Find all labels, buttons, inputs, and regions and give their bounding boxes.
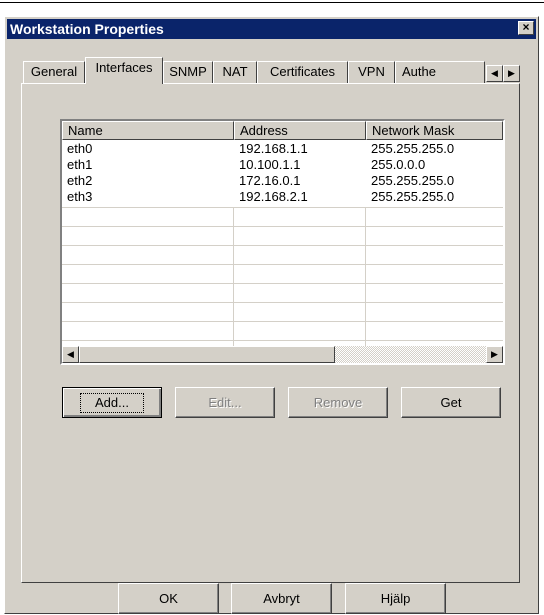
title-bar: Workstation Properties × xyxy=(7,19,536,39)
ok-button[interactable]: OK xyxy=(118,583,219,614)
grid-line xyxy=(62,245,503,246)
horizontal-scrollbar[interactable]: ◀ ▶ xyxy=(62,346,503,363)
grid-line xyxy=(233,208,234,346)
tab-authentication[interactable]: Authe xyxy=(395,61,485,83)
tab-scroll-left-button[interactable]: ◀ xyxy=(486,65,503,82)
cell-network-mask: 255.255.255.0 xyxy=(371,173,455,188)
properties-dialog: Workstation Properties × General Interfa… xyxy=(4,16,539,614)
table-row[interactable]: eth2 172.16.0.1 255.255.255.0 xyxy=(62,173,503,189)
interfaces-panel: Name Address Network Mask eth0 192.168.1… xyxy=(21,83,520,583)
remove-button[interactable]: Remove xyxy=(288,387,388,418)
window-title: Workstation Properties xyxy=(10,21,164,37)
grid-line xyxy=(62,264,503,265)
cell-address: 192.168.2.1 xyxy=(239,189,308,204)
interfaces-list[interactable]: Name Address Network Mask eth0 192.168.1… xyxy=(60,119,505,365)
get-button[interactable]: Get xyxy=(401,387,501,418)
tab-scroll-right-button[interactable]: ▶ xyxy=(503,65,520,82)
cell-name: eth1 xyxy=(67,157,93,172)
table-row[interactable]: eth1 10.100.1.1 255.0.0.0 xyxy=(62,157,503,173)
cancel-button[interactable]: Avbryt xyxy=(231,583,332,614)
scroll-left-button[interactable]: ◀ xyxy=(62,346,79,363)
table-row[interactable]: eth0 192.168.1.1 255.255.255.0 xyxy=(62,141,503,157)
cell-name: eth3 xyxy=(67,189,93,204)
arrow-left-icon: ◀ xyxy=(67,349,74,359)
grid-line xyxy=(62,226,503,227)
cell-name: eth2 xyxy=(67,173,93,188)
grid-line xyxy=(62,302,503,303)
edit-button[interactable]: Edit... xyxy=(175,387,275,418)
help-button[interactable]: Hjälp xyxy=(345,583,446,614)
close-button[interactable]: × xyxy=(518,21,534,35)
arrow-right-icon: ▶ xyxy=(508,68,515,78)
column-header-address[interactable]: Address xyxy=(234,121,366,140)
cell-address: 10.100.1.1 xyxy=(239,157,301,172)
scroll-thumb[interactable] xyxy=(79,346,335,363)
column-header-name[interactable]: Name xyxy=(62,121,234,140)
arrow-right-icon: ▶ xyxy=(491,349,498,359)
tab-snmp[interactable]: SNMP xyxy=(163,61,213,83)
grid-line xyxy=(365,208,366,346)
scroll-right-button[interactable]: ▶ xyxy=(486,346,503,363)
tab-certificates[interactable]: Certificates xyxy=(257,61,348,83)
cell-network-mask: 255.255.255.0 xyxy=(371,189,455,204)
tab-nat[interactable]: NAT xyxy=(213,61,257,83)
grid-line xyxy=(62,321,503,322)
arrow-left-icon: ◀ xyxy=(491,68,498,78)
top-divider xyxy=(0,2,544,3)
cell-address: 172.16.0.1 xyxy=(239,173,301,188)
table-row[interactable]: eth3 192.168.2.1 255.255.255.0 xyxy=(62,189,503,205)
cell-name: eth0 xyxy=(67,141,93,156)
tab-general[interactable]: General xyxy=(23,61,85,83)
cell-address: 192.168.1.1 xyxy=(239,141,308,156)
column-headers: Name Address Network Mask xyxy=(62,121,503,140)
tab-strip: General Interfaces SNMP NAT Certificates… xyxy=(21,57,519,84)
add-button[interactable]: Add... xyxy=(62,387,162,418)
grid-line xyxy=(62,340,503,341)
grid-line xyxy=(62,283,503,284)
grid-line xyxy=(62,207,503,208)
close-icon: × xyxy=(522,20,530,34)
cell-network-mask: 255.255.255.0 xyxy=(371,141,455,156)
tab-interfaces[interactable]: Interfaces xyxy=(85,57,163,84)
column-header-network-mask[interactable]: Network Mask xyxy=(366,121,503,140)
add-button-label: Add... xyxy=(80,393,144,413)
tab-vpn[interactable]: VPN xyxy=(348,61,395,83)
cell-network-mask: 255.0.0.0 xyxy=(371,157,426,172)
scroll-track[interactable] xyxy=(79,346,486,363)
